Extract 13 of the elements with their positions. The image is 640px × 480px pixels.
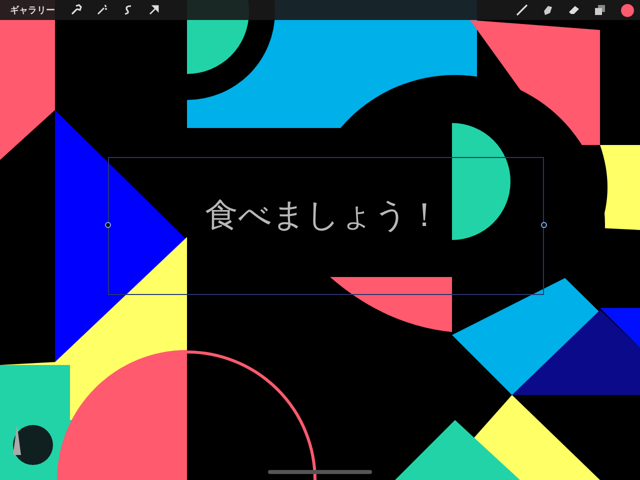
layers-icon: [594, 4, 606, 16]
selection-icon: [122, 4, 134, 16]
brush-icon: [516, 4, 528, 16]
arrow-icon: [148, 4, 160, 16]
brush-nib-icon: [13, 425, 21, 455]
gallery-button[interactable]: ギャラリー: [6, 4, 59, 16]
selection-box[interactable]: [108, 157, 544, 295]
handwritten-text: 食べましょう！: [205, 198, 441, 231]
color-swatch[interactable]: [621, 4, 634, 16]
smudge-icon: [542, 4, 554, 16]
eraser-icon: [568, 4, 580, 16]
wrench-icon: [70, 4, 82, 16]
magic-wand-icon: [96, 4, 108, 16]
